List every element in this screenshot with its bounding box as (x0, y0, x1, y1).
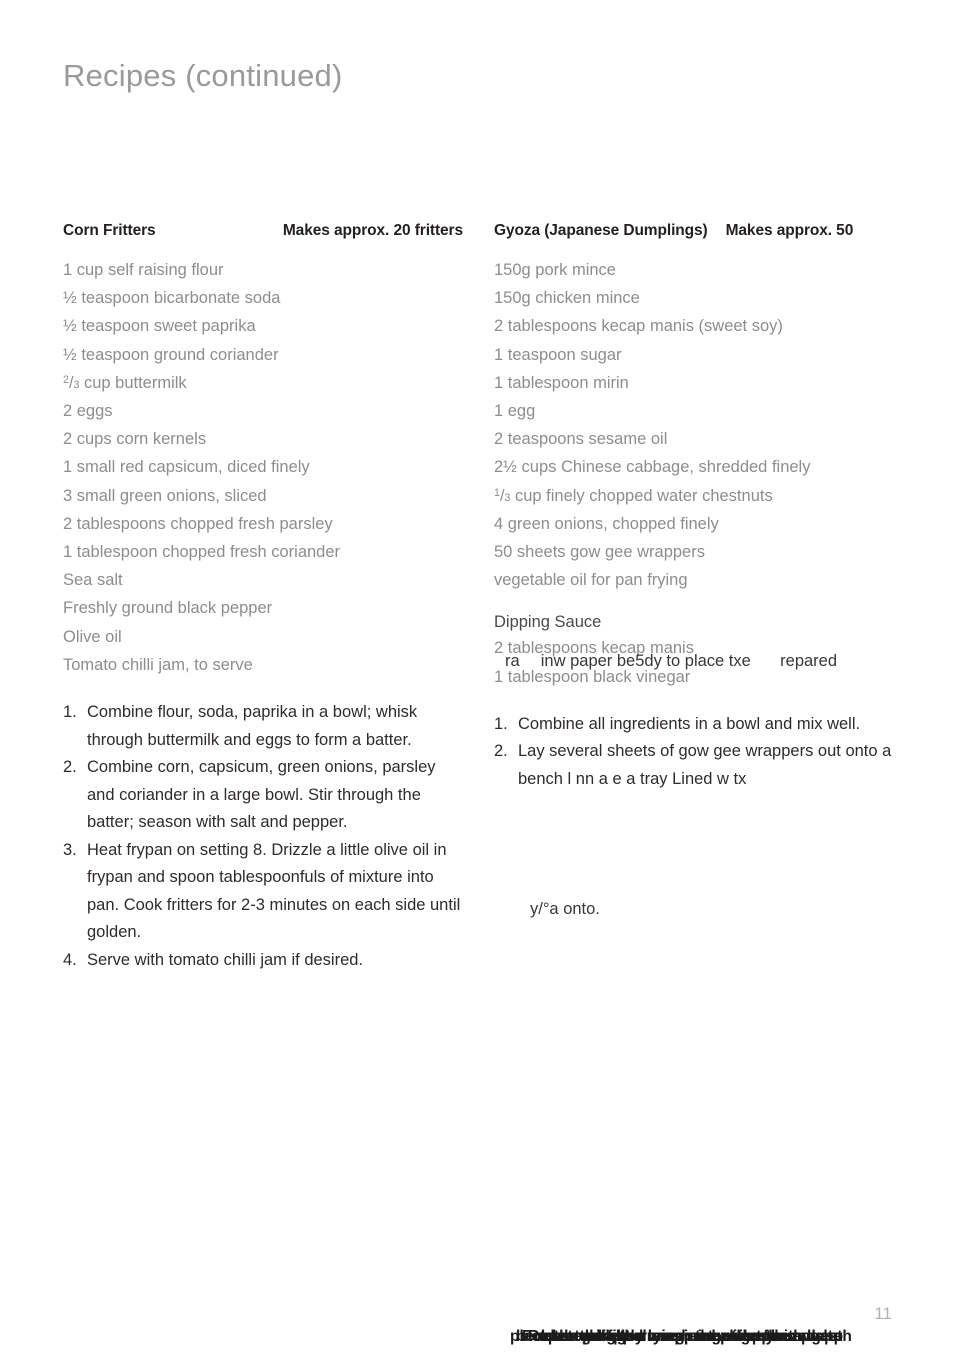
ingredient-item: 150g pork mince (494, 261, 616, 279)
instruction-step: 2. Lay several sheets of gow gee wrappers… (494, 738, 896, 793)
recipe-page: Recipes (continued) Corn Fritters Makes … (0, 0, 954, 1354)
ingredient-item: 1 small red capsicum, diced finely (63, 458, 310, 477)
ingredient-item: ½ teaspoon sweet paprika (63, 317, 256, 336)
overlapping-text-line: to stop them drying out whilst you wrapp (540, 1328, 844, 1345)
ingredient-item: 2 cups corn kernels (63, 430, 207, 449)
step-text: Lay several sheets of gow gee wrappers o… (518, 742, 892, 788)
ingredient-item: 3 small green onions, sliced (63, 486, 267, 505)
ingredient-item: 2 tablespoons chopped fresh parsley (63, 514, 333, 533)
instruction-list-corn-fritters: 1. Combine flour, soda, paprika in a bowl… (63, 699, 463, 974)
ingredient-item: 1 teaspoon sugar (494, 345, 622, 364)
ingredient-item: 1 tablespoon mirin (494, 373, 629, 392)
ingredient-item: 1/3 cup finely chopped water chestnuts (494, 486, 773, 505)
ingredient-item: 1 tablespoon chopped fresh coriander (63, 543, 341, 562)
overlay-artifact-dipping-sauce: ra inw paper be5dy to place txe repared (505, 652, 838, 670)
step-number: 2. (63, 758, 77, 777)
ingredient-item: vegetable oil for pan frying (494, 571, 688, 590)
page-title: Recipes (continued) (63, 58, 343, 93)
ingredient-item: 2 eggs (63, 402, 113, 421)
fraction: 2/3 (63, 373, 80, 392)
instruction-list-gyoza: 1. Combine all ingredients in a bowl and … (494, 711, 896, 794)
ingredient-item: 2 tablespoons kecap manis (sweet soy) (494, 317, 783, 336)
recipe-header-corn-fritters: Corn Fritters Makes approx. 20 fritters (63, 222, 463, 240)
ingredient-item: 150g chicken mince (494, 289, 640, 308)
stray-text-fragment: y/°a onto. (530, 900, 600, 918)
recipe-yield: Makes approx. 50 (725, 222, 854, 239)
ingredient-item: 2/3 cup buttermilk (63, 373, 187, 392)
instruction-step: 1. Combine all ingredients in a bowl and … (494, 711, 896, 739)
step-number: 3. (63, 840, 77, 859)
ingredient-item: 1 cup self raising flour (63, 261, 224, 279)
recipe-header-gyoza: Gyoza (Japanese Dumplings) Makes approx.… (494, 222, 896, 240)
ingredient-item: ½ teaspoon ground coriander (63, 345, 279, 364)
instruction-step: 1. Combine flour, soda, paprika in a bowl… (63, 699, 463, 754)
instruction-step: 3. Heat frypan on setting 8. Drizzle a li… (63, 837, 463, 947)
ingredient-list-gyoza: 150g pork mince 150g chicken mince 2 table… (494, 256, 896, 594)
instruction-step: 2. Combine corn, capsicum, green onions, … (63, 754, 463, 837)
ingredient-item: Sea salt (63, 571, 123, 590)
recipe-title: Gyoza (Japanese Dumplings) (494, 222, 708, 239)
subsection-heading-dipping-sauce: Dipping Sauce (494, 613, 602, 632)
step-number: 2. (494, 742, 508, 761)
ingredient-item: Olive oil (63, 627, 122, 646)
step-text: Heat frypan on setting 8. Drizzle a litt… (87, 840, 461, 942)
ingredient-item: 2½ cups Chinese cabbage, shredded finely (494, 458, 811, 477)
fraction: 1/3 (494, 486, 511, 505)
step-number: 4. (63, 950, 77, 969)
ingredient-item: Tomato chilli jam, to serve (63, 655, 253, 674)
ingredient-item: Freshly ground black pepper (63, 599, 273, 618)
ingredient-list-corn-fritters: 1 cup self raising flour ½ teaspoon bicar… (63, 256, 463, 679)
recipe-column-left: Corn Fritters Makes approx. 20 fritters … (63, 222, 463, 974)
step-number: 1. (494, 714, 508, 733)
ingredient-item: 50 sheets gow gee wrappers (494, 543, 705, 562)
recipe-title: Corn Fritters (63, 222, 156, 239)
ingredient-item: 1 egg (494, 402, 536, 421)
step-text: Combine all ingredients in a bowl and mi… (518, 714, 861, 733)
step-text: Combine flour, soda, paprika in a bowl; … (87, 703, 418, 749)
step-number: 1. (63, 703, 77, 722)
ingredient-item: 4 green onions, chopped finely (494, 514, 719, 533)
step-text: Combine corn, capsicum, green onions, pa… (87, 758, 436, 832)
ingredient-item: ½ teaspoon bicarbonate soda (63, 289, 281, 308)
bottom-overlapping-text-artifact: place the gow gee wrapper onto a floured… (0, 1320, 954, 1354)
recipe-column-right: Gyoza (Japanese Dumplings) Makes approx.… (494, 222, 896, 793)
step-text: Serve with tomato chilli jam if desired. (87, 950, 364, 969)
recipe-yield: Makes approx. 20 fritters (282, 222, 463, 239)
ingredient-item: 2 teaspoons sesame oil (494, 430, 668, 449)
instruction-step: 4. Serve with tomato chilli jam if desire… (63, 947, 463, 975)
